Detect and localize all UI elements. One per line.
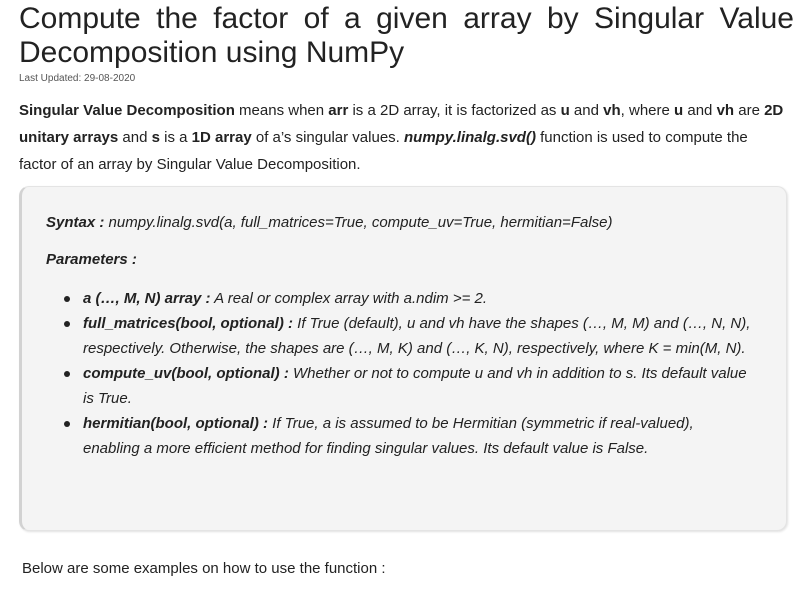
- intro-term-arr: arr: [328, 102, 349, 119]
- intro-text: and: [118, 129, 152, 146]
- intro-term-vh: vh: [603, 102, 621, 119]
- parameter-description: A real or complex array with a.ndim >= 2…: [210, 290, 488, 307]
- parameter-item-hermitian: hermitian(bool, optional) : If True, a i…: [64, 411, 753, 461]
- intro-term-u: u: [674, 102, 684, 119]
- parameter-name: a (…, M, N) array :: [83, 290, 211, 307]
- intro-term-u: u: [560, 102, 570, 119]
- parameter-name: hermitian(bool, optional) :: [83, 415, 268, 432]
- intro-text: means when: [234, 102, 329, 119]
- syntax-signature: numpy.linalg.svd(a, full_matrices=True, …: [104, 214, 613, 231]
- intro-function-name: numpy.linalg.svd(): [404, 129, 536, 146]
- bullet-icon: [64, 321, 70, 327]
- bullet-icon: [64, 296, 70, 302]
- intro-text: is a: [159, 129, 192, 146]
- syntax-line: Syntax : numpy.linalg.svd(a, full_matric…: [46, 214, 613, 231]
- intro-term-vh: vh: [716, 102, 735, 119]
- intro-paragraph: Singular Value Decomposition means when …: [19, 97, 789, 178]
- parameter-name: full_matrices(bool, optional) :: [83, 315, 294, 332]
- parameters-list: a (…, M, N) array : A real or complex ar…: [64, 286, 753, 461]
- parameter-item-full-matrices: full_matrices(bool, optional) : If True …: [64, 311, 753, 361]
- syntax-label: Syntax :: [46, 214, 105, 231]
- parameter-item-a: a (…, M, N) array : A real or complex ar…: [64, 286, 753, 311]
- intro-text: and: [683, 102, 717, 119]
- examples-intro-text: Below are some examples on how to use th…: [22, 560, 386, 577]
- intro-text: , where: [620, 102, 675, 119]
- intro-text: is a 2D array, it is factorized as: [348, 102, 561, 119]
- article-title: Compute the factor of a given array by S…: [19, 2, 794, 69]
- bullet-icon: [64, 371, 70, 377]
- intro-term-s: s: [151, 129, 160, 146]
- intro-term-svd: Singular Value Decomposition: [19, 102, 235, 119]
- intro-text: are: [734, 102, 765, 119]
- parameters-heading: Parameters :: [46, 251, 137, 268]
- intro-term-1d-array: 1D array: [191, 129, 252, 146]
- intro-text: of a’s singular values.: [251, 129, 404, 146]
- parameter-name: compute_uv(bool, optional) :: [83, 365, 289, 382]
- parameter-item-compute-uv: compute_uv(bool, optional) : Whether or …: [64, 361, 753, 411]
- intro-text: and: [569, 102, 604, 119]
- bullet-icon: [64, 421, 70, 427]
- last-updated-date: Last Updated: 29-08-2020: [19, 73, 136, 84]
